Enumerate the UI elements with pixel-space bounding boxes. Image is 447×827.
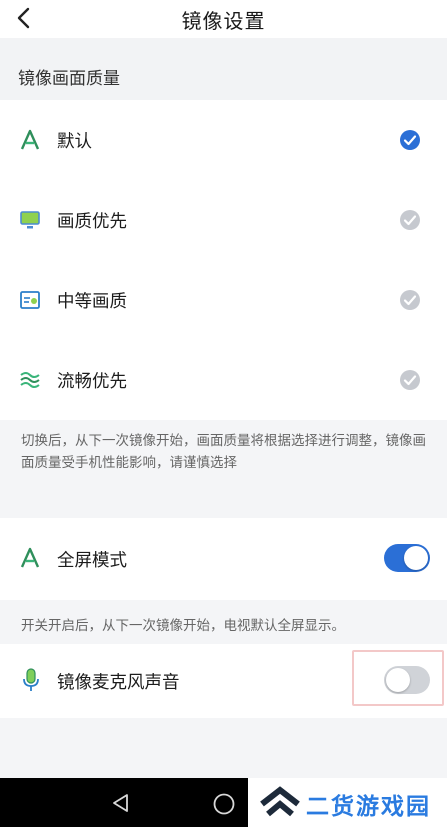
fullscreen-setting: 全屏模式 bbox=[0, 518, 447, 600]
waves-icon bbox=[18, 368, 42, 392]
microphone-icon bbox=[21, 668, 41, 696]
quality-option-medium[interactable]: 中等画质 bbox=[0, 260, 447, 340]
watermark-text: 二货游戏园 bbox=[306, 794, 431, 820]
page-title: 镜像设置 bbox=[181, 8, 266, 33]
quality-option-high[interactable]: 画质优先 bbox=[0, 180, 447, 260]
quality-section-title: 镜像画面质量 bbox=[18, 69, 120, 89]
watermark-logo-icon bbox=[260, 786, 300, 817]
monitor-icon bbox=[18, 208, 42, 232]
fullscreen-hint-text: 开关开启后，从下一次镜像开始，电视默认全屏显示。 bbox=[21, 618, 345, 634]
quality-hint: 切换后，从下一次镜像开始，画面质量将根据选择进行调整，镜像画面质量受手机性能影响… bbox=[0, 420, 447, 518]
quality-option-label: 流畅优先 bbox=[57, 371, 127, 392]
chevron-left-icon bbox=[17, 7, 30, 29]
quality-hint-text: 切换后，从下一次镜像开始，画面质量将根据选择进行调整，镜像画面质量受手机性能影响… bbox=[21, 433, 426, 471]
quality-option-default[interactable]: 默认 bbox=[0, 100, 447, 180]
check-unselected-icon bbox=[400, 290, 420, 310]
a-letter-icon bbox=[19, 547, 41, 573]
mic-label: 镜像麦克风声音 bbox=[57, 673, 180, 693]
top-bar: 镜像设置 bbox=[0, 0, 447, 38]
nav-back-icon[interactable] bbox=[110, 792, 132, 814]
quality-section-header: 镜像画面质量 bbox=[0, 38, 447, 100]
check-unselected-icon bbox=[400, 370, 420, 390]
fullscreen-toggle[interactable] bbox=[384, 544, 430, 572]
toggle-knob bbox=[404, 546, 428, 570]
fullscreen-hint: 开关开启后，从下一次镜像开始，电视默认全屏显示。 bbox=[0, 600, 447, 644]
quality-option-label: 中等画质 bbox=[57, 291, 127, 312]
quality-option-label: 画质优先 bbox=[57, 211, 127, 232]
quality-option-smooth[interactable]: 流畅优先 bbox=[0, 340, 447, 420]
check-unselected-icon bbox=[400, 210, 420, 230]
nav-home-icon[interactable] bbox=[212, 792, 236, 816]
highlight-box bbox=[352, 650, 444, 706]
quality-option-label: 默认 bbox=[57, 131, 92, 152]
quality-options-card: 默认 画质优先 中等画质 流畅优先 bbox=[0, 100, 447, 420]
fullscreen-label: 全屏模式 bbox=[57, 551, 127, 571]
a-letter-icon bbox=[18, 128, 42, 152]
check-selected-icon bbox=[400, 130, 420, 150]
screen-medium-icon bbox=[18, 288, 42, 312]
watermark: 二货游戏园 bbox=[248, 778, 447, 827]
back-button[interactable] bbox=[10, 4, 38, 32]
